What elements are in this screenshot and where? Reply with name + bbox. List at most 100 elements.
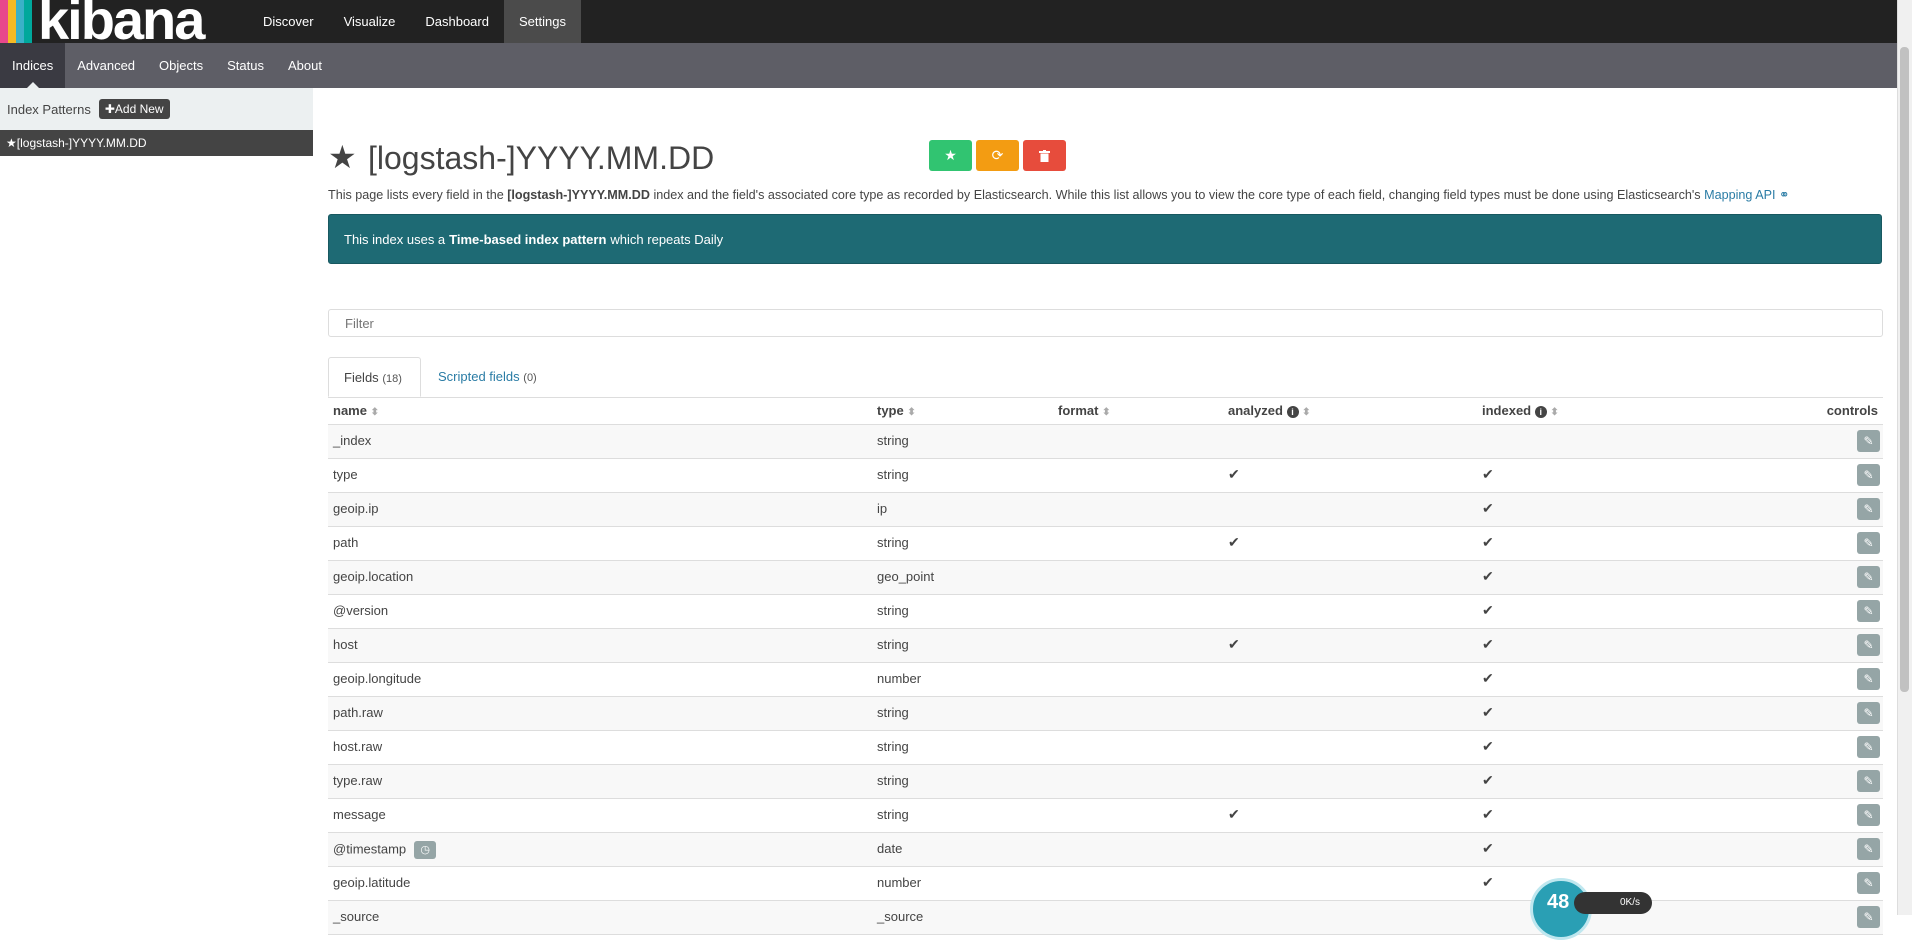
edit-field-button[interactable]: ✎ xyxy=(1857,464,1880,486)
sidebar-item-pattern[interactable]: ★ [logstash-]YYYY.MM.DD xyxy=(0,130,313,156)
table-row: host.raw string ✔ ✎ xyxy=(328,731,1883,765)
refresh-fields-button[interactable]: ⟳ xyxy=(976,140,1019,171)
field-name-text: _source xyxy=(333,909,380,924)
edit-field-button[interactable]: ✎ xyxy=(1857,532,1880,554)
pencil-icon: ✎ xyxy=(1863,434,1874,448)
pencil-icon: ✎ xyxy=(1863,672,1874,686)
field-type: ip xyxy=(877,501,888,516)
field-name: geoip.latitude xyxy=(333,875,410,890)
table-row: host string ✔ ✔ ✎ xyxy=(328,629,1883,663)
tab-advanced[interactable]: Advanced xyxy=(65,43,147,88)
edit-field-button[interactable]: ✎ xyxy=(1857,634,1880,656)
edit-field-button[interactable]: ✎ xyxy=(1857,804,1880,826)
field-name-text: host xyxy=(333,637,358,652)
field-name-text: type xyxy=(333,467,358,482)
field-tabs: Fields (18) Scripted fields (0) xyxy=(328,357,1883,398)
nav-dashboard[interactable]: Dashboard xyxy=(410,0,504,43)
desc-index-name: [logstash-]YYYY.MM.DD xyxy=(507,188,650,202)
table-row: _index string ✎ xyxy=(328,425,1883,459)
tab-about[interactable]: About xyxy=(276,43,334,88)
edit-field-button[interactable]: ✎ xyxy=(1857,906,1880,928)
network-speed-widget[interactable]: 48 0K/s xyxy=(1530,870,1652,940)
tab-status[interactable]: Status xyxy=(215,43,276,88)
table-row: type string ✔ ✔ ✎ xyxy=(328,459,1883,493)
sidebar-title: Index Patterns xyxy=(7,101,91,117)
info-icon[interactable]: i xyxy=(1534,405,1547,418)
sort-icon: ⬍ xyxy=(1550,407,1559,418)
edit-field-button[interactable]: ✎ xyxy=(1857,872,1880,894)
top-nav: Discover Visualize Dashboard Settings xyxy=(248,0,581,43)
pencil-icon: ✎ xyxy=(1863,910,1874,924)
logo-stripes xyxy=(0,0,32,43)
header-name: name xyxy=(333,403,367,418)
edit-field-button[interactable]: ✎ xyxy=(1857,430,1880,452)
field-name: _source xyxy=(333,909,379,924)
sort-type[interactable]: type ⬍ xyxy=(877,403,916,418)
fields-table: name ⬍ type ⬍ format ⬍ analyzed i ⬍ inde… xyxy=(328,398,1883,935)
page-scrollbar[interactable] xyxy=(1897,0,1912,915)
alert-pre: This index uses a xyxy=(344,231,446,247)
edit-field-button[interactable]: ✎ xyxy=(1857,702,1880,724)
field-name-text: @version xyxy=(333,603,389,618)
tab-objects[interactable]: Objects xyxy=(147,43,215,88)
desc-post: index and the field's associated core ty… xyxy=(649,188,1705,202)
check-icon: ✔ xyxy=(1482,670,1494,686)
table-row: @timestamp ◷ date ✔ ✎ xyxy=(328,833,1883,867)
edit-field-button[interactable]: ✎ xyxy=(1857,600,1880,622)
mapping-api-link[interactable]: Mapping API ⚭ xyxy=(1704,188,1789,202)
title-row: ★ [logstash-]YYYY.MM.DD ★ ⟳ xyxy=(328,139,1883,180)
tab-fields[interactable]: Fields (18) xyxy=(328,357,421,397)
table-row: @version string ✔ ✎ xyxy=(328,595,1883,629)
table-row: geoip.ip ip ✔ ✎ xyxy=(328,493,1883,527)
pencil-icon: ✎ xyxy=(1863,638,1874,652)
edit-field-button[interactable]: ✎ xyxy=(1857,668,1880,690)
field-name-text: message xyxy=(333,807,386,822)
sort-format[interactable]: format ⬍ xyxy=(1058,403,1110,418)
settings-subnav: Indices Advanced Objects Status About xyxy=(0,43,1898,88)
plus-icon: ✚ xyxy=(104,102,115,116)
nav-settings[interactable]: Settings xyxy=(503,0,581,43)
field-type: _source xyxy=(877,909,924,924)
top-navbar: kibana Discover Visualize Dashboard Sett… xyxy=(0,0,1912,50)
set-default-button[interactable]: ★ xyxy=(929,140,972,171)
sort-analyzed[interactable]: analyzed i ⬍ xyxy=(1228,403,1311,418)
field-name: path xyxy=(333,535,358,550)
table-row: type.raw string ✔ ✎ xyxy=(328,765,1883,799)
edit-field-button[interactable]: ✎ xyxy=(1857,736,1880,758)
sort-name[interactable]: name ⬍ xyxy=(333,403,379,418)
widget-percent: 48 xyxy=(1547,891,1570,913)
field-type: string xyxy=(877,535,909,550)
table-row: path.raw string ✔ ✎ xyxy=(328,697,1883,731)
pattern-label: [logstash-]YYYY.MM.DD xyxy=(16,136,147,150)
add-new-button[interactable]: ✚Add New xyxy=(98,99,170,119)
nav-visualize[interactable]: Visualize xyxy=(329,0,411,43)
check-icon: ✔ xyxy=(1482,636,1494,652)
scrollbar-thumb[interactable] xyxy=(1900,47,1909,692)
edit-field-button[interactable]: ✎ xyxy=(1857,498,1880,520)
field-name-text: path xyxy=(333,535,359,550)
table-row: path string ✔ ✔ ✎ xyxy=(328,527,1883,561)
field-name: host.raw xyxy=(333,739,382,754)
delete-index-button[interactable] xyxy=(1023,140,1066,171)
edit-field-button[interactable]: ✎ xyxy=(1857,770,1880,792)
sort-indexed[interactable]: indexed i ⬍ xyxy=(1482,403,1559,418)
pencil-icon: ✎ xyxy=(1863,706,1874,720)
header-analyzed: analyzed xyxy=(1228,403,1283,418)
tab-scripted-fields[interactable]: Scripted fields (0) xyxy=(423,357,552,397)
filter-input[interactable] xyxy=(328,309,1883,337)
kibana-logo[interactable]: kibana xyxy=(0,0,240,50)
field-type: geo_point xyxy=(877,569,935,584)
edit-field-button[interactable]: ✎ xyxy=(1857,566,1880,588)
nav-discover[interactable]: Discover xyxy=(248,0,329,43)
field-type: string xyxy=(877,773,909,788)
page-title: [logstash-]YYYY.MM.DD xyxy=(368,140,715,176)
field-type: string xyxy=(877,739,909,754)
tab-indices[interactable]: Indices xyxy=(0,43,66,88)
field-name: @version xyxy=(333,603,388,618)
desc-pre: This page lists every field in the xyxy=(328,188,508,202)
edit-field-button[interactable]: ✎ xyxy=(1857,838,1880,860)
field-type: string xyxy=(877,433,909,448)
info-icon[interactable]: i xyxy=(1286,405,1299,418)
check-icon: ✔ xyxy=(1228,806,1240,822)
check-icon: ✔ xyxy=(1482,704,1494,720)
